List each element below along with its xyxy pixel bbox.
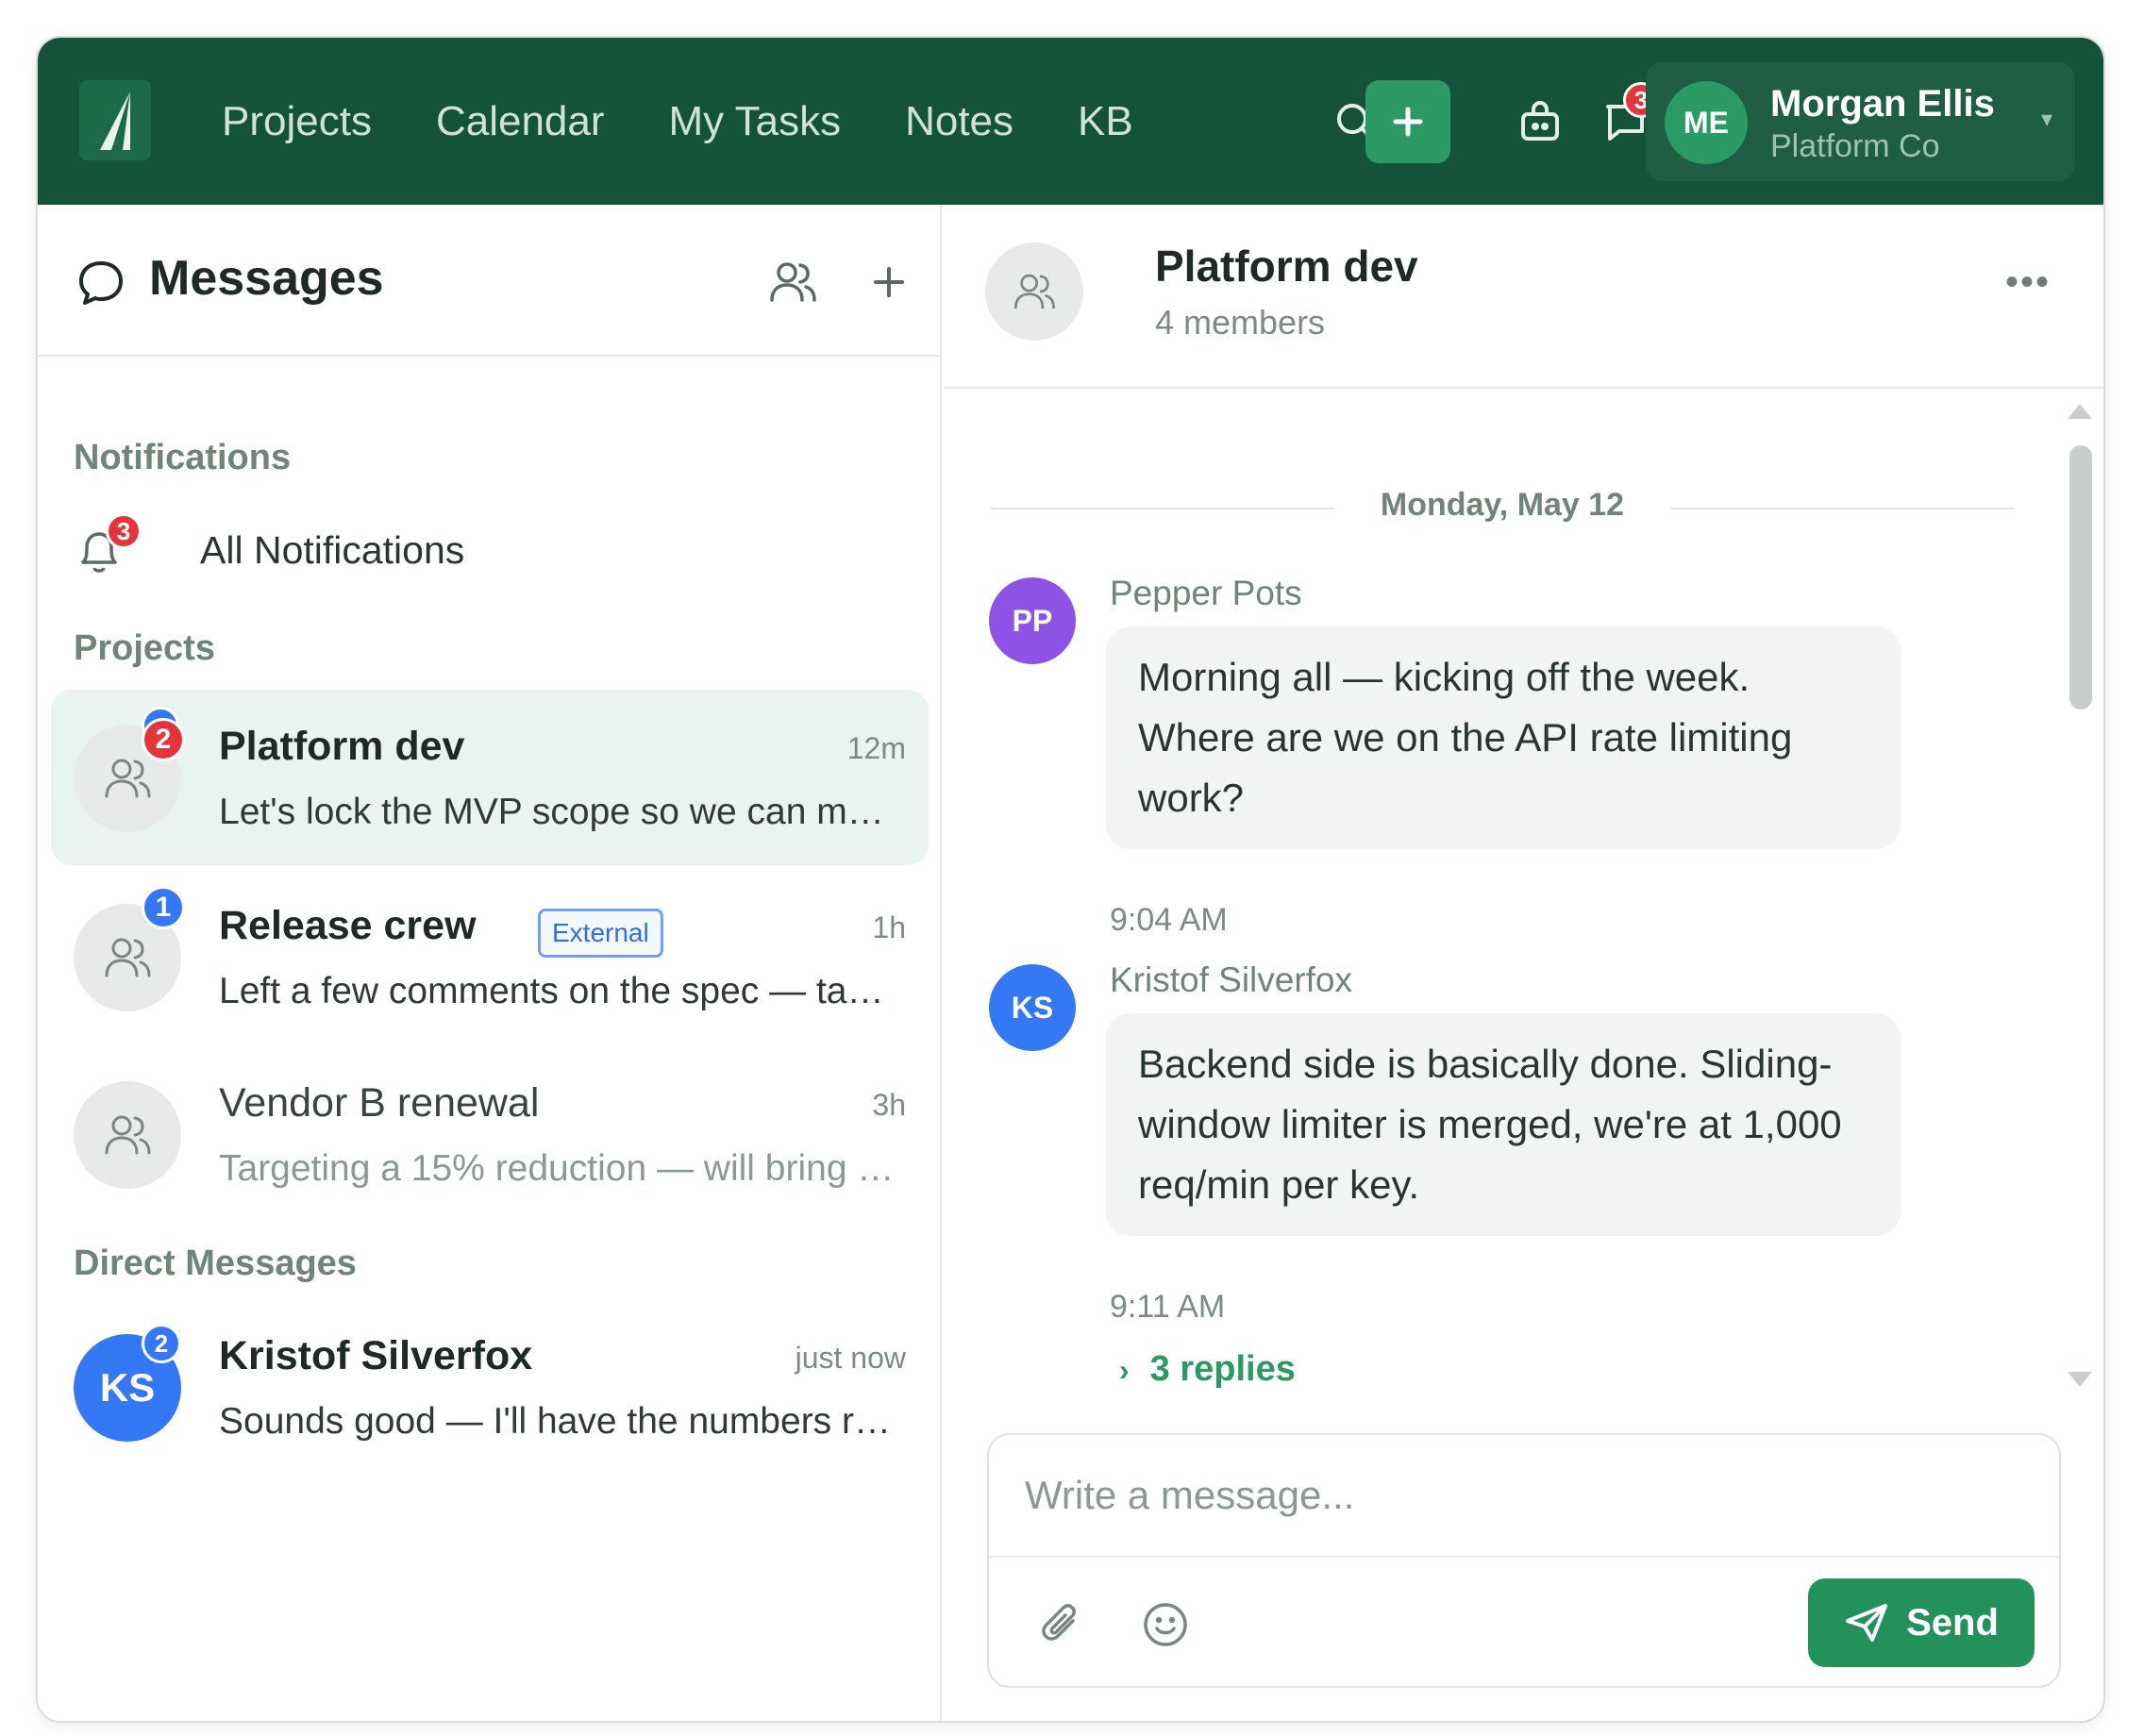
date-separator: Monday, May 12 — [991, 479, 2014, 536]
users-icon — [770, 262, 816, 302]
user-org: Platform Co — [1770, 128, 1940, 164]
new-group-button[interactable] — [762, 252, 823, 312]
message-list: Monday, May 12 PP Pepper Pots Morning al… — [944, 391, 2103, 1404]
conversation-name: Vendor B renewal — [219, 1080, 540, 1126]
message-author: Pepper Pots — [1110, 574, 1302, 612]
nav-kb[interactable]: KB — [1078, 98, 1133, 145]
conversation-preview: Left a few comments on the spec — take a… — [219, 971, 898, 1011]
plus-icon — [874, 267, 904, 297]
nav-projects[interactable]: Projects — [222, 98, 372, 145]
main-nav: Projects Calendar My Tasks Notes KB — [222, 38, 1198, 205]
users-icon — [105, 759, 151, 798]
conversation-time: 1h — [872, 910, 906, 944]
scroll-up-icon[interactable] — [2066, 400, 2094, 423]
attach-icon[interactable] — [1029, 1592, 1095, 1658]
page-title: Messages — [149, 251, 384, 306]
section-projects: Projects — [74, 628, 215, 668]
conversation-name: Release crew — [219, 903, 477, 948]
send-button[interactable]: Send — [1808, 1578, 2035, 1667]
group-avatar — [74, 1081, 181, 1189]
new-item-button[interactable] — [1365, 80, 1450, 163]
unread-badge: 2 — [142, 1324, 181, 1363]
brand-logo[interactable] — [79, 80, 151, 160]
section-direct-messages: Direct Messages — [74, 1244, 357, 1283]
sidebar-header: Messages — [38, 205, 940, 357]
replies-count: 3 replies — [1149, 1349, 1296, 1389]
avatar[interactable]: PP — [989, 577, 1076, 664]
chevron-down-icon: ▾ — [2040, 107, 2052, 132]
conversation-preview: Let's lock the MVP scope so we can move … — [219, 792, 898, 832]
conversation-sidebar: Messages Notifications 3 All Notificatio… — [38, 205, 942, 1721]
avatar[interactable]: KS — [989, 964, 1076, 1051]
message-time: 9:11 AM — [1110, 1289, 1226, 1325]
nav-calendar[interactable]: Calendar — [436, 98, 605, 145]
avatar: ME — [1665, 81, 1748, 164]
dm-kristof-silverfox[interactable]: KS 2 Kristof Silverfox just now Sounds g… — [51, 1299, 929, 1475]
chevron-right-icon: › — [1119, 1353, 1130, 1387]
messages-app-window: Projects Calendar My Tasks Notes KB 3 ME… — [36, 36, 2105, 1723]
message-composer: Send — [987, 1433, 2061, 1688]
scrollbar-thumb[interactable] — [2069, 445, 2092, 709]
notifications-badge: 3 — [106, 513, 142, 549]
message-author: Kristof Silverfox — [1110, 960, 1353, 999]
send-label: Send — [1906, 1601, 1999, 1644]
scroll-down-icon[interactable] — [2066, 1368, 2094, 1391]
nav-notes[interactable]: Notes — [905, 98, 1013, 145]
message-bubble: Backend side is basically done. Sliding-… — [1106, 1013, 1901, 1236]
user-menu[interactable]: ME Morgan Ellis Platform Co ▾ — [1646, 62, 2075, 181]
unread-badge: 1 — [142, 886, 185, 929]
top-navigation-bar: Projects Calendar My Tasks Notes KB 3 ME… — [38, 38, 2103, 205]
all-notifications-item[interactable]: 3 All Notifications — [74, 513, 904, 585]
users-icon — [105, 1115, 151, 1155]
conversation-release-crew[interactable]: 1 Release crew External 1h Left a few co… — [51, 869, 929, 1044]
chat-title: Platform dev — [1155, 242, 1418, 291]
conversation-time: 12m — [846, 731, 906, 765]
group-avatar — [985, 242, 1083, 341]
send-icon — [1846, 1604, 1888, 1642]
message-input[interactable] — [989, 1435, 2059, 1558]
conversation-preview: Sounds good — I'll have the numbers read… — [219, 1401, 898, 1442]
conversation-vendor-b-renewal[interactable]: Vendor B renewal 3h Targeting a 15% redu… — [51, 1046, 929, 1222]
message-time: 9:04 AM — [1110, 902, 1228, 938]
chat-bubble-icon — [75, 258, 126, 313]
conversation-time: 3h — [872, 1088, 906, 1122]
external-tag: External — [538, 909, 663, 958]
emoji-icon[interactable] — [1132, 1592, 1198, 1658]
user-name: Morgan Ellis — [1770, 83, 1995, 125]
chat-header: Platform dev 4 members ••• — [944, 205, 2103, 389]
chat-panel: Platform dev 4 members ••• Monday, May 1… — [944, 205, 2103, 1721]
users-icon — [105, 938, 151, 977]
thread-replies-link[interactable]: › 3 replies — [1119, 1349, 1296, 1390]
section-notifications: Notifications — [74, 438, 292, 477]
member-count: 4 members — [1155, 303, 1326, 342]
more-options-icon[interactable]: ••• — [2005, 261, 2051, 304]
conversation-name: Platform dev — [219, 724, 465, 769]
add-conversation-button[interactable] — [859, 252, 919, 312]
scrollbar[interactable] — [2064, 400, 2096, 1391]
conversation-time: just now — [795, 1341, 906, 1375]
briefcase-icon[interactable] — [1510, 92, 1570, 152]
conversation-platform-dev[interactable]: 2 Platform dev 12m Let's lock the MVP sc… — [51, 690, 929, 865]
unread-badge: 2 — [142, 718, 185, 761]
nav-my-tasks[interactable]: My Tasks — [669, 98, 842, 145]
conversation-preview: Targeting a 15% reduction — will bring t… — [219, 1148, 898, 1189]
plus-icon — [1393, 107, 1423, 137]
date-label: Monday, May 12 — [1380, 487, 1625, 523]
all-notifications-label: All Notifications — [200, 528, 465, 572]
message-bubble: Morning all — kicking off the week. Wher… — [1106, 626, 1901, 849]
conversation-name: Kristof Silverfox — [219, 1333, 533, 1378]
users-icon — [1014, 274, 1055, 309]
